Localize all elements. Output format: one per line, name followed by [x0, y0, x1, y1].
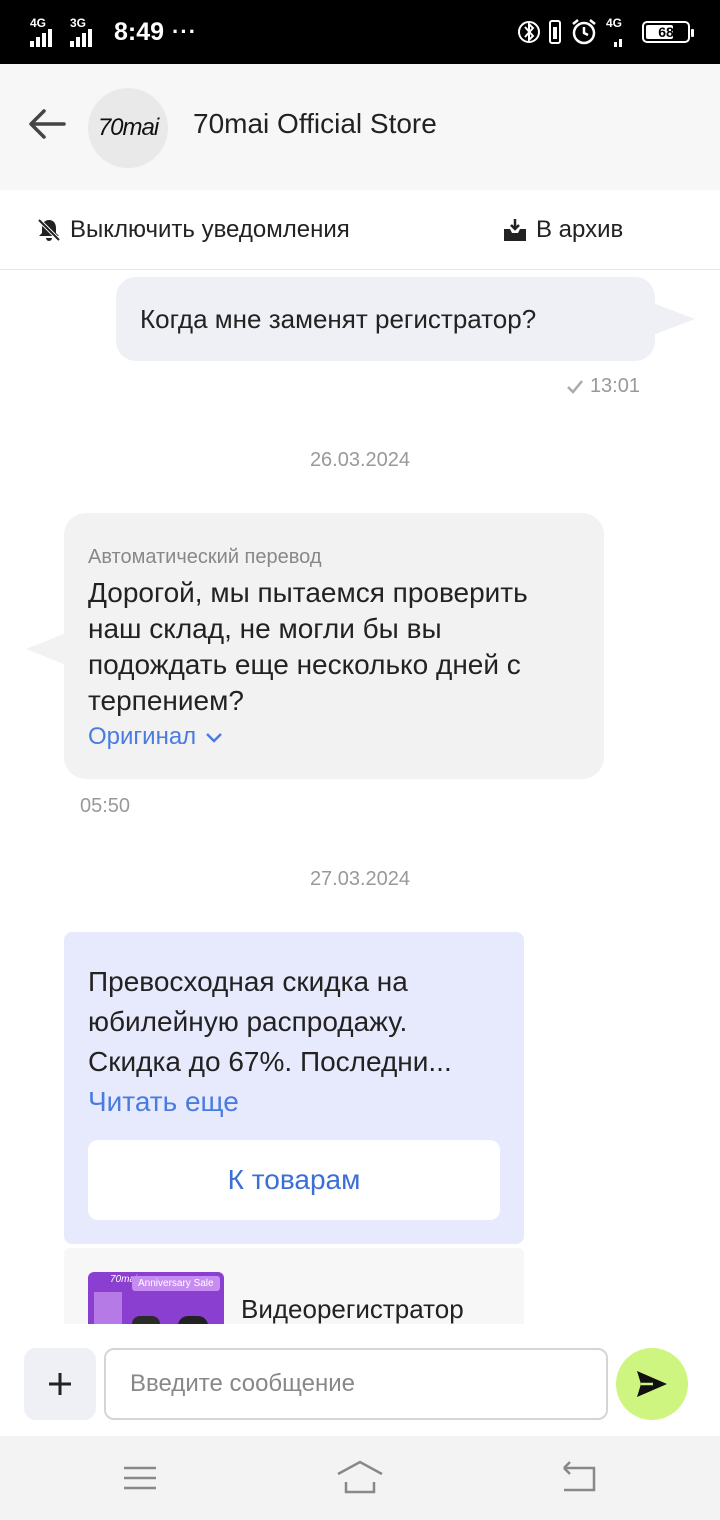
chat-messages[interactable]: Когда мне заменят регистратор? 13:01 26.…	[0, 271, 720, 1324]
outgoing-message[interactable]: Когда мне заменят регистратор?	[116, 277, 655, 361]
chat-actions: Выключить уведомления В архив	[0, 190, 720, 270]
status-left: 4G 3G 8:49 ···	[30, 14, 197, 50]
battery-icon: 68	[642, 21, 694, 43]
product-title: Видеорегистратор	[241, 1294, 464, 1324]
send-icon	[637, 1371, 667, 1397]
store-avatar[interactable]: 70mai	[88, 88, 168, 168]
system-navigation-bar	[0, 1436, 720, 1520]
back-button[interactable]	[26, 102, 70, 146]
promo-text: Превосходная скидка на юбилейную распрод…	[88, 966, 452, 1077]
chevron-down-icon	[206, 733, 223, 743]
incoming-message-text: Дорогой, мы пытаемся проверить наш склад…	[88, 577, 528, 716]
vibrate-icon	[549, 20, 561, 44]
outgoing-message-time: 13:01	[589, 375, 640, 397]
auto-translation-label: Автоматический перевод	[88, 546, 322, 568]
home-icon	[337, 1460, 383, 1494]
return-icon	[563, 1461, 596, 1492]
plus-icon	[49, 1373, 71, 1395]
bluetooth-icon	[518, 21, 540, 43]
to-products-button[interactable]: К товарам	[88, 1140, 500, 1220]
signal-3g-icon: 3G	[70, 17, 102, 47]
signal-4g-data-icon: 4G	[606, 17, 634, 47]
outgoing-message-meta: 13:01	[566, 375, 640, 398]
clock: 8:49	[114, 17, 165, 46]
store-logo-text: 70mai	[97, 114, 159, 141]
mute-notifications-button[interactable]: Выключить уведомления	[36, 214, 350, 246]
network-type-label: 3G	[70, 16, 87, 30]
home-button[interactable]	[336, 1458, 384, 1498]
outgoing-bubble-tail	[653, 303, 695, 335]
more-notifications-icon: ···	[172, 19, 198, 44]
product-card[interactable]: 70mai Anniversary Sale Видеорегистратор	[64, 1248, 524, 1324]
message-composer	[0, 1324, 720, 1436]
promo-card: Превосходная скидка на юбилейную распрод…	[64, 932, 524, 1244]
store-name[interactable]: 70mai Official Store	[193, 108, 437, 140]
archive-label: В архив	[536, 216, 624, 243]
mute-notifications-label: Выключить уведомления	[70, 216, 350, 243]
status-right: 4G 68	[518, 14, 694, 50]
thumbnail-tag: Anniversary Sale	[132, 1276, 220, 1291]
show-original-label: Оригинал	[88, 723, 197, 750]
incoming-message[interactable]: Автоматический перевод Дорогой, мы пытае…	[64, 513, 604, 779]
date-separator: 27.03.2024	[309, 868, 411, 890]
message-input[interactable]	[104, 1348, 608, 1420]
chat-header: 70mai 70mai Official Store	[0, 64, 720, 190]
network-type-label: 4G	[606, 16, 623, 30]
archive-icon	[504, 219, 526, 241]
archive-button[interactable]: В архив	[502, 214, 623, 246]
incoming-message-time: 05:50	[80, 795, 131, 817]
arrow-left-icon	[29, 109, 66, 139]
menu-button[interactable]	[118, 1458, 162, 1498]
read-more-link[interactable]: Читать еще	[88, 1082, 500, 1122]
bell-off-icon	[37, 218, 61, 242]
status-bar: 4G 3G 8:49 ··· 4G 68	[0, 0, 720, 64]
battery-level: 68	[658, 24, 674, 40]
show-original-button[interactable]: Оригинал	[88, 723, 580, 751]
outgoing-message-text: Когда мне заменят регистратор?	[140, 303, 537, 334]
network-type-label: 4G	[30, 16, 47, 30]
signal-4g-icon: 4G	[30, 17, 62, 47]
check-icon	[567, 379, 583, 394]
menu-icon	[124, 1466, 156, 1490]
product-thumbnail: 70mai Anniversary Sale	[88, 1272, 224, 1324]
send-button[interactable]	[616, 1348, 688, 1420]
back-nav-button[interactable]	[558, 1458, 602, 1498]
incoming-bubble-tail	[26, 633, 66, 665]
attach-button[interactable]	[24, 1348, 96, 1420]
alarm-icon	[572, 19, 596, 45]
date-separator: 26.03.2024	[309, 449, 411, 471]
